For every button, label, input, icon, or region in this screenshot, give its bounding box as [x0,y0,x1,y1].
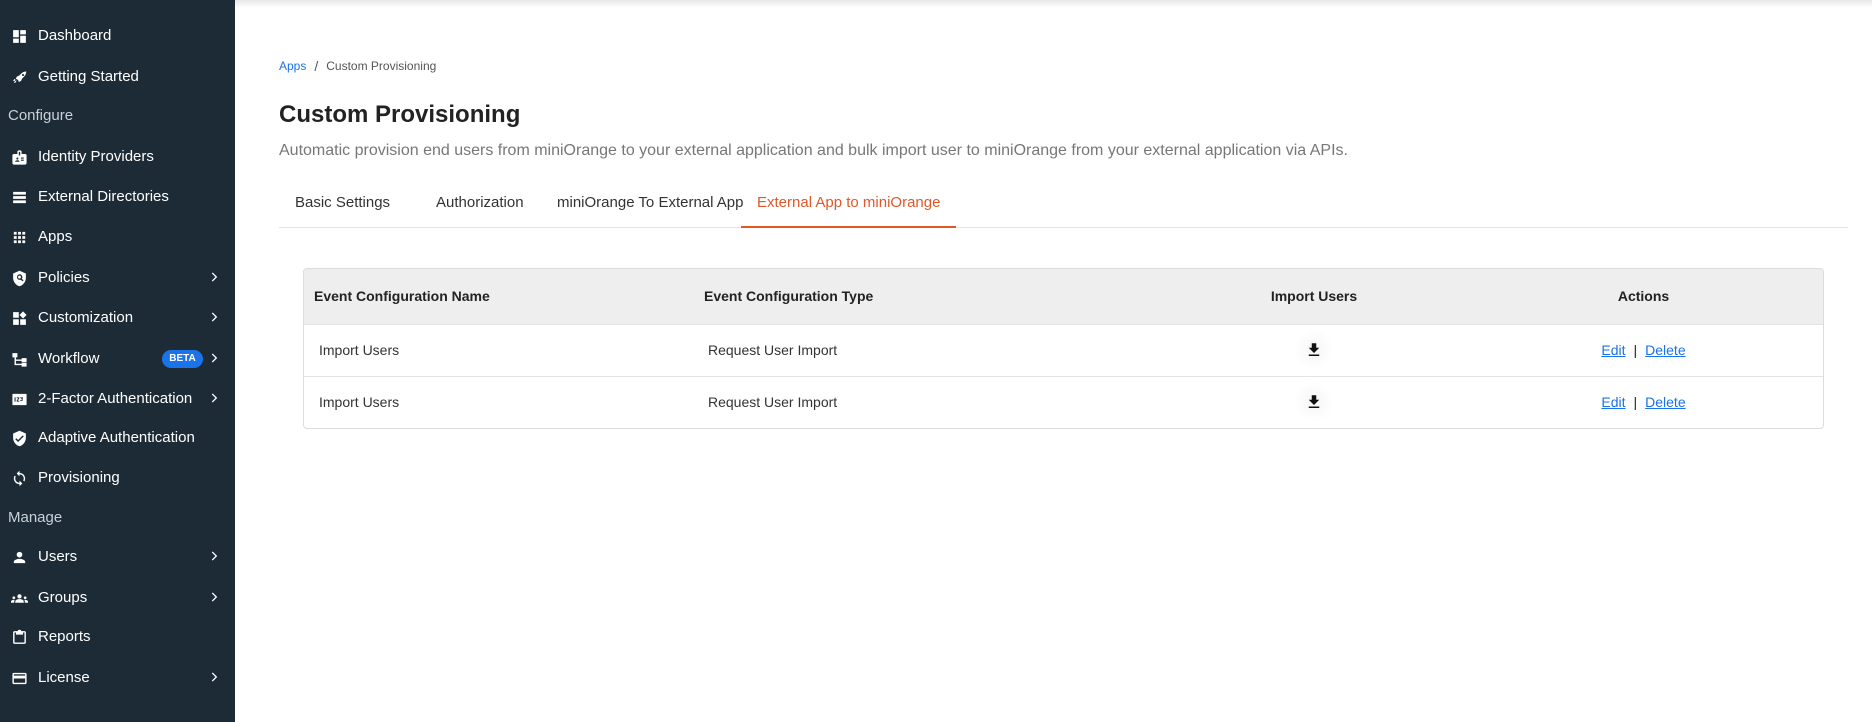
id-badge-icon [10,148,28,166]
tab-bar: Basic Settings Authorization miniOrange … [279,190,1848,228]
sidebar-item-customization[interactable]: Customization [0,297,235,337]
sidebar-item-getting-started[interactable]: Getting Started [0,56,235,96]
breadcrumb-apps-link[interactable]: Apps [279,59,306,73]
sidebar-item-workflow[interactable]: Workflow BETA [0,338,235,378]
sidebar-item-label: Groups [38,589,88,606]
sidebar-item-dashboard[interactable]: Dashboard [0,15,235,55]
top-bar [235,0,1872,8]
sidebar-item-label: Identity Providers [38,148,154,165]
actions-cell: Edit | Delete [1464,375,1823,428]
sidebar-item-users[interactable]: Users [0,536,235,576]
sidebar-item-reports[interactable]: Reports [0,616,235,656]
sidebar-item-apps[interactable]: Apps [0,216,235,256]
beta-badge: BETA [162,350,203,368]
tab-miniorange-to-external-app[interactable]: miniOrange To External App [541,190,760,228]
sidebar-item-provisioning[interactable]: Provisioning [0,457,235,497]
edit-link[interactable]: Edit [1601,394,1625,410]
delete-link[interactable]: Delete [1645,342,1685,358]
sidebar-item-label: 2-Factor Authentication [38,390,193,407]
rocket-icon [10,68,28,86]
chevron-right-icon [207,270,221,284]
sidebar: Dashboard Getting Started Configure Iden… [0,0,235,722]
chevron-right-icon [207,391,221,405]
action-separator: | [1633,342,1638,358]
sidebar-item-label: License [38,669,90,686]
chevron-right-icon [207,670,221,684]
tab-authorization[interactable]: Authorization [420,190,540,228]
sidebar-item-label: Users [38,548,78,565]
customization-icon [10,309,28,327]
sidebar-item-label: Policies [38,269,90,286]
sidebar-item-label: Dashboard [38,27,112,44]
actions-cell: Edit | Delete [1464,323,1823,376]
card-icon [10,669,28,687]
event-type-cell: Request User Import [704,375,1164,428]
sidebar-item-groups[interactable]: Groups [0,577,235,617]
sidebar-item-policies[interactable]: Policies [0,257,235,297]
sidebar-item-label: External Directories [38,188,169,205]
sidebar-item-label: Workflow [38,350,100,367]
tab-external-app-to-miniorange[interactable]: External App to miniOrange [741,190,957,228]
section-manage: Manage [8,509,63,526]
event-name-cell: Import Users [304,323,704,376]
page-title: Custom Provisioning [279,101,521,128]
tab-basic-settings[interactable]: Basic Settings [279,190,406,228]
chevron-right-icon [207,351,221,365]
sidebar-item-label: Customization [38,309,134,326]
user-icon [10,548,28,566]
import-cell [1164,375,1464,428]
edit-link[interactable]: Edit [1601,342,1625,358]
sidebar-item-label: Reports [38,628,91,645]
sync-icon [10,469,28,487]
breadcrumb-current: Custom Provisioning [326,59,437,73]
clipboard-icon [10,628,28,646]
table-row: Import Users Request User Import Edit | De… [304,375,1823,428]
dashboard-icon [10,27,28,45]
table-row: Import Users Request User Import Edit | De… [304,323,1823,376]
delete-link[interactable]: Delete [1645,394,1685,410]
123-icon [10,390,28,408]
sidebar-item-label: Apps [38,228,73,245]
sidebar-item-label: Adaptive Authentication [38,429,195,446]
table-header-row: Event Configuration Name Event Configura… [304,269,1823,324]
sidebar-item-adaptive-authentication[interactable]: Adaptive Authentication [0,417,235,457]
column-header-type: Event Configuration Type [704,269,1164,324]
section-configure: Configure [8,107,74,124]
sidebar-item-external-directories[interactable]: External Directories [0,176,235,216]
download-icon[interactable] [1294,330,1334,370]
sidebar-item-license[interactable]: License [0,657,235,697]
policy-icon [10,269,28,287]
sidebar-item-label: Getting Started [38,68,139,85]
column-header-import: Import Users [1164,269,1464,324]
shield-check-icon [10,429,28,447]
chevron-right-icon [207,590,221,604]
event-config-table: Event Configuration Name Event Configura… [303,268,1824,429]
sidebar-item-label: Provisioning [38,469,120,486]
event-type-cell: Request User Import [704,323,1164,376]
breadcrumb: Apps / Custom Provisioning [279,58,436,74]
event-name-cell: Import Users [304,375,704,428]
workflow-icon [10,350,28,368]
chevron-right-icon [207,310,221,324]
sidebar-item-2fa[interactable]: 2-Factor Authentication [0,378,235,418]
action-separator: | [1633,394,1638,411]
column-header-actions: Actions [1464,269,1823,324]
breadcrumb-separator: / [314,58,319,74]
column-header-name: Event Configuration Name [304,269,704,324]
import-cell [1164,323,1464,376]
download-icon[interactable] [1294,382,1334,423]
list-icon [10,188,28,206]
groups-icon [10,589,28,607]
grid-icon [10,228,28,246]
page-subtitle: Automatic provision end users from miniO… [279,142,1348,159]
chevron-right-icon [207,549,221,563]
sidebar-item-identity-providers[interactable]: Identity Providers [0,136,235,176]
